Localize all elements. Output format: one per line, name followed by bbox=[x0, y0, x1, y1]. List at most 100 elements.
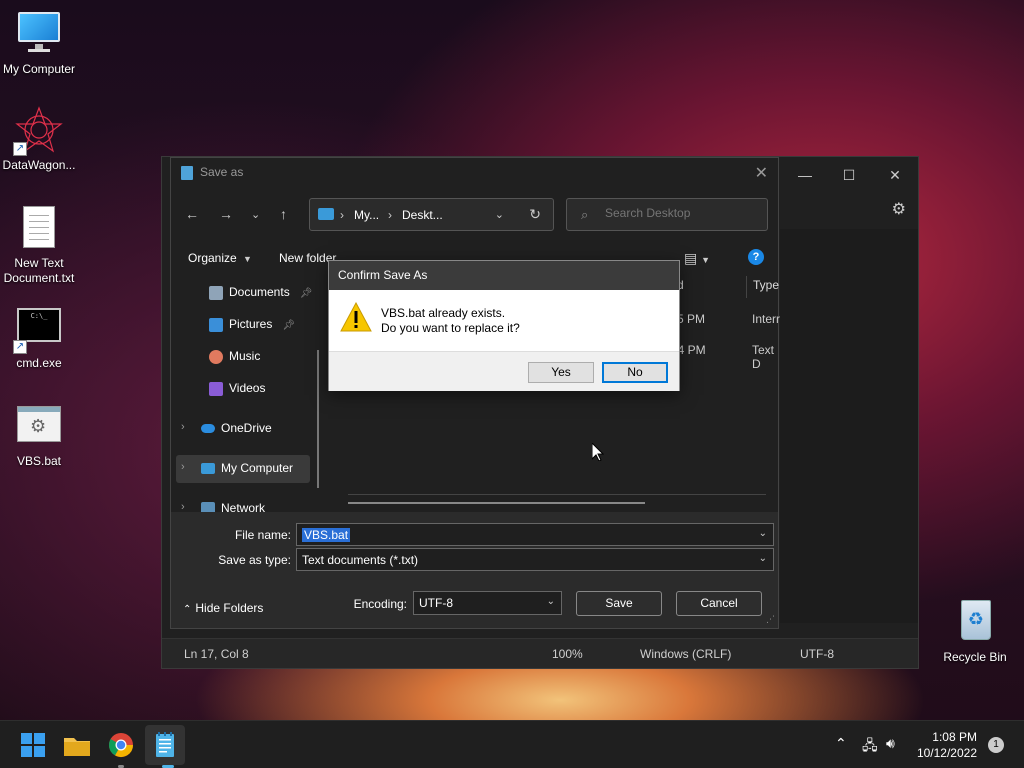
file-row-type: Text D bbox=[752, 343, 775, 371]
file-row-time: 5 PM bbox=[677, 312, 706, 326]
close-icon[interactable]: ✕ bbox=[872, 161, 918, 189]
resize-grip-icon[interactable]: ⋰ bbox=[766, 614, 775, 625]
forward-arrow-icon[interactable]: → bbox=[219, 206, 233, 222]
datawagon-logo-icon: ↗ bbox=[13, 106, 63, 156]
computer-icon bbox=[318, 208, 334, 220]
nav-item-pictures[interactable]: Pictures 📌︎ bbox=[209, 317, 295, 332]
organize-button[interactable]: Organize ▼ bbox=[188, 251, 252, 265]
desktop-icon-datawagon[interactable]: ↗ DataWagon... bbox=[0, 106, 81, 173]
breadcrumb-desktop[interactable]: Deskt... bbox=[402, 208, 443, 222]
save-button[interactable]: Save bbox=[576, 591, 662, 616]
clock-date: 10/12/2022 bbox=[916, 746, 977, 760]
nav-scrollbar[interactable] bbox=[317, 350, 319, 488]
clock-time: 1:08 PM bbox=[932, 730, 977, 744]
music-icon bbox=[209, 349, 223, 364]
confirm-save-as-dialog: Confirm Save As VBS.bat already exists. … bbox=[328, 260, 680, 391]
desktop-icon-new-text-document[interactable]: New Text Document.txt bbox=[0, 204, 81, 286]
column-header-type[interactable]: Type bbox=[753, 278, 779, 292]
nav-item-my-computer[interactable]: My Computer bbox=[201, 461, 293, 475]
nav-item-videos[interactable]: Videos bbox=[209, 381, 265, 396]
encoding-select[interactable]: UTF-8 ⌄ bbox=[413, 591, 562, 615]
close-icon[interactable]: ✕ bbox=[755, 163, 768, 183]
notification-badge[interactable]: 1 bbox=[988, 737, 1004, 753]
yes-button[interactable]: Yes bbox=[528, 362, 594, 383]
text-file-icon bbox=[15, 204, 63, 252]
chevron-down-icon[interactable]: ⌄ bbox=[495, 208, 504, 221]
status-bar: Ln 17, Col 8 100% Windows (CRLF) UTF-8 bbox=[162, 638, 918, 668]
breadcrumb-my-computer[interactable]: My... bbox=[354, 208, 379, 222]
pin-icon: 📌︎ bbox=[299, 288, 313, 299]
confirm-message-line2: Do you want to replace it? bbox=[381, 321, 520, 335]
expand-chevron-icon[interactable]: › bbox=[181, 421, 185, 433]
batch-file-gear-icon: ⚙ bbox=[15, 402, 63, 450]
chevron-down-icon[interactable]: ⌄ bbox=[759, 528, 767, 539]
file-list-scrollbar[interactable] bbox=[348, 502, 645, 504]
save-as-type-value: Text documents (*.txt) bbox=[302, 553, 419, 567]
desktop-icon-my-computer[interactable]: My Computer bbox=[0, 10, 81, 77]
desktop-icon-vbs-bat[interactable]: ⚙ VBS.bat bbox=[0, 402, 81, 469]
network-icon[interactable]: 🖧︎ bbox=[862, 735, 878, 759]
mouse-cursor-icon bbox=[591, 441, 605, 464]
desktop-icon-label: My Computer bbox=[2, 62, 76, 76]
file-explorer-icon[interactable] bbox=[61, 729, 93, 761]
cursor-position: Ln 17, Col 8 bbox=[184, 647, 249, 661]
encoding-status: UTF-8 bbox=[800, 647, 834, 661]
search-input[interactable] bbox=[605, 206, 755, 220]
address-bar[interactable]: › My... › Deskt... ⌄ ↻ bbox=[309, 198, 554, 231]
computer-icon bbox=[201, 463, 215, 475]
gear-icon[interactable]: ⚙ bbox=[892, 199, 906, 219]
confirm-message-line1: VBS.bat already exists. bbox=[381, 306, 506, 320]
back-arrow-icon[interactable]: ← bbox=[185, 206, 199, 222]
expand-chevron-icon[interactable]: › bbox=[181, 461, 185, 473]
notepad-icon[interactable] bbox=[149, 729, 181, 761]
recent-locations-chevron-icon[interactable]: ⌄ bbox=[251, 208, 260, 221]
taskbar: ⌃ 🖧︎ 🔊︎ 1:08 PM 10/12/2022 1 bbox=[0, 720, 1024, 768]
refresh-icon[interactable]: ↻ bbox=[529, 206, 541, 223]
save-as-titlebar[interactable]: Save as ✕ bbox=[171, 158, 778, 186]
nav-item-onedrive[interactable]: OneDrive bbox=[201, 421, 272, 435]
minimize-icon[interactable]: — bbox=[782, 161, 828, 189]
hide-folders-button[interactable]: ⌃ Hide Folders bbox=[183, 601, 263, 615]
desktop-icon-cmd[interactable]: C:\_ ↗ cmd.exe bbox=[0, 304, 81, 371]
pin-icon: 📌︎ bbox=[282, 320, 296, 331]
no-button[interactable]: No bbox=[602, 362, 668, 383]
chevron-up-icon: ⌃ bbox=[183, 604, 192, 615]
warning-icon bbox=[340, 301, 372, 332]
view-options-icon[interactable]: ▤ ▼ bbox=[684, 250, 710, 267]
shortcut-arrow-icon: ↗ bbox=[13, 340, 27, 354]
editor-area[interactable] bbox=[780, 229, 918, 623]
videos-icon bbox=[209, 381, 223, 396]
file-name-label: File name: bbox=[234, 528, 291, 542]
save-as-type-select[interactable]: Text documents (*.txt) ⌄ bbox=[296, 548, 774, 571]
cloud-icon bbox=[201, 424, 215, 434]
chevron-up-icon[interactable]: ⌃ bbox=[835, 735, 847, 752]
maximize-icon[interactable]: ☐ bbox=[826, 161, 872, 189]
search-icon: ⌕ bbox=[581, 207, 589, 222]
nav-item-documents[interactable]: Documents 📌︎ bbox=[209, 285, 312, 300]
desktop-icon-label: VBS.bat bbox=[16, 454, 62, 468]
save-as-dialog: Save as ✕ ← → ⌄ ↑ › My... › Deskt... ⌄ ↻… bbox=[170, 157, 781, 629]
confirm-message: VBS.bat already exists. Do you want to r… bbox=[381, 306, 520, 336]
taskbar-clock[interactable]: 1:08 PM 10/12/2022 bbox=[917, 729, 977, 761]
cancel-button[interactable]: Cancel bbox=[676, 591, 762, 616]
help-icon[interactable]: ? bbox=[748, 249, 764, 265]
confirm-button-bar: Yes No bbox=[329, 351, 679, 391]
chrome-icon[interactable] bbox=[105, 729, 137, 761]
confirm-title[interactable]: Confirm Save As bbox=[329, 261, 679, 290]
nav-item-music[interactable]: Music bbox=[209, 349, 260, 364]
search-box[interactable]: ⌕ bbox=[566, 198, 768, 231]
monitor-icon bbox=[15, 10, 63, 58]
volume-icon[interactable]: 🔊︎ bbox=[886, 735, 895, 752]
cmd-terminal-icon: C:\_ ↗ bbox=[13, 304, 63, 354]
file-name-value: VBS.bat bbox=[302, 528, 351, 542]
encoding-label: Encoding: bbox=[353, 597, 407, 611]
encoding-value: UTF-8 bbox=[419, 596, 453, 610]
windows-start-icon[interactable] bbox=[17, 729, 49, 761]
up-arrow-icon[interactable]: ↑ bbox=[280, 206, 287, 222]
notepad-icon bbox=[181, 166, 193, 180]
file-name-field[interactable]: VBS.bat ⌄ bbox=[296, 523, 774, 546]
desktop-icon-label: cmd.exe bbox=[16, 356, 62, 370]
file-row-type: Interr bbox=[752, 312, 781, 326]
desktop-icon-recycle-bin[interactable]: ♻ Recycle Bin bbox=[933, 598, 1017, 665]
line-ending: Windows (CRLF) bbox=[640, 647, 732, 661]
